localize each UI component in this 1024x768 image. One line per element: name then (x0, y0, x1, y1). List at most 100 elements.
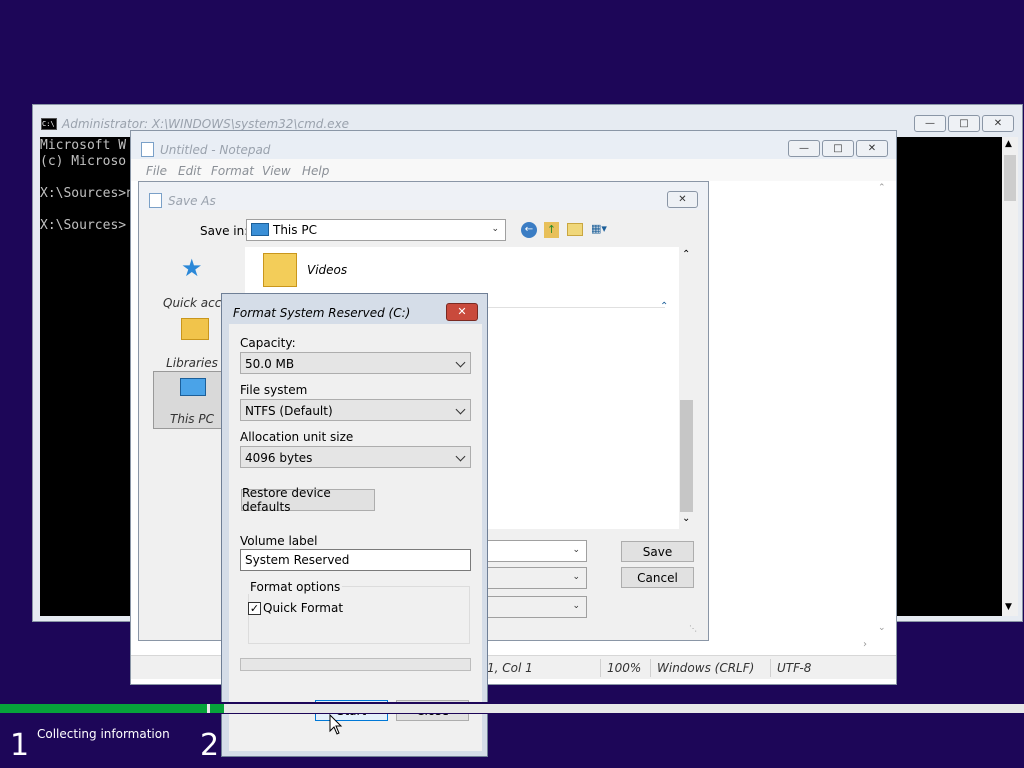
videos-folder-icon (263, 253, 297, 287)
status-divider (770, 659, 771, 677)
notepad-menubar: File Edit Format View Help (131, 159, 896, 181)
status-encoding: UTF-8 (777, 661, 812, 675)
step1-number: 1 (10, 728, 30, 763)
resize-grip-icon[interactable]: ⋱ (689, 624, 697, 633)
mouse-cursor-icon (329, 714, 343, 735)
format-titlebar[interactable]: Format System Reserved (C:) ✕ (222, 294, 487, 324)
scroll-down-icon[interactable]: ⌄ (878, 623, 886, 633)
checkbox-checked-icon[interactable]: ✓ (248, 602, 261, 615)
scroll-thumb[interactable] (1004, 155, 1016, 201)
volume-label-input[interactable]: System Reserved (240, 549, 471, 571)
step1-text: Collecting information (37, 727, 170, 741)
collapse-group-icon[interactable]: ⌃ (660, 301, 668, 312)
save-as-title: Save As (168, 194, 216, 208)
menu-edit[interactable]: Edit (178, 164, 201, 178)
cancel-button[interactable]: Cancel (621, 567, 694, 588)
filesystem-value: NTFS (Default) (245, 404, 333, 418)
place-quick-access[interactable]: ★ Quick access (153, 254, 241, 312)
allocation-combo[interactable]: 4096 bytes (240, 446, 471, 468)
new-folder-icon[interactable] (567, 223, 583, 236)
console-line: X:\Sources> (40, 218, 127, 233)
scroll-up-icon[interactable]: ▲ (1005, 139, 1012, 149)
minimize-button[interactable]: — (788, 140, 820, 157)
view-menu-icon[interactable]: ▦▾ (591, 222, 617, 237)
notepad-vscrollbar[interactable]: ⌃ ⌄ (875, 181, 890, 641)
filesystem-combo[interactable]: NTFS (Default) (240, 399, 471, 421)
close-button[interactable]: ✕ (856, 140, 888, 157)
cmd-title: Administrator: X:\WINDOWS\system32\cmd.e… (62, 117, 350, 131)
notepad-app-icon (141, 142, 154, 157)
close-button[interactable]: ✕ (982, 115, 1014, 132)
maximize-button[interactable]: □ (948, 115, 980, 132)
chevron-down-icon (455, 404, 466, 415)
step2-number: 2 (200, 728, 220, 763)
format-options-label: Format options (248, 580, 343, 594)
console-line: X:\Sources>n (40, 186, 134, 201)
chevron-down-icon: ⌄ (491, 224, 499, 234)
capacity-label: Capacity: (240, 336, 296, 350)
quick-format-label: Quick Format (263, 601, 344, 615)
place-label: Libraries (166, 356, 218, 370)
notepad-titlebar[interactable]: Untitled - Notepad — □ ✕ (131, 131, 896, 159)
computer-icon (180, 378, 206, 396)
save-as-type-combo[interactable]: ⌄ (485, 567, 587, 589)
console-line: Microsoft W (40, 138, 127, 153)
console-line: (c) Microso (40, 154, 127, 169)
scroll-down-icon[interactable]: ▼ (1005, 602, 1012, 612)
format-dialog: Format System Reserved (C:) ✕ Capacity: … (221, 293, 488, 757)
place-this-pc[interactable]: This PC (153, 371, 231, 429)
close-button[interactable]: ✕ (446, 303, 478, 321)
notepad-title: Untitled - Notepad (160, 143, 271, 157)
chevron-down-icon: ⌄ (572, 572, 580, 582)
save-in-value: This PC (273, 223, 317, 237)
menu-help[interactable]: Help (302, 164, 329, 178)
group-divider (485, 307, 665, 308)
save-button[interactable]: Save (621, 541, 694, 562)
format-title: Format System Reserved (C:) (233, 306, 411, 320)
minimize-button[interactable]: — (914, 115, 946, 132)
status-line-ending: Windows (CRLF) (657, 661, 755, 675)
restore-defaults-button[interactable]: Restore device defaults (241, 486, 375, 514)
close-button[interactable]: ✕ (667, 191, 698, 208)
filesystem-label: File system (240, 383, 308, 397)
place-libraries[interactable]: Libraries (153, 314, 231, 372)
file-name-combo[interactable]: ⌄ (485, 540, 587, 562)
allocation-label: Allocation unit size (240, 430, 354, 444)
chevron-down-icon: ⌄ (572, 601, 580, 611)
scroll-right-icon[interactable]: › (863, 639, 867, 650)
menu-view[interactable]: View (262, 164, 291, 178)
setup-progress-step2 (210, 704, 224, 713)
volume-label-label: Volume label (240, 534, 318, 548)
encoding-combo[interactable]: ⌄ (485, 596, 587, 618)
scroll-down-icon[interactable]: ⌄ (682, 513, 690, 524)
maximize-button[interactable]: □ (822, 140, 854, 157)
cmd-app-icon: C:\ (41, 118, 57, 130)
format-progress-bar (240, 658, 471, 671)
status-divider (650, 659, 651, 677)
setup-progress-step1 (0, 704, 207, 713)
menu-file[interactable]: File (146, 164, 167, 178)
chevron-down-icon (455, 451, 466, 462)
save-in-label: Save in: (200, 224, 249, 238)
cmd-scrollbar[interactable]: ▲ ▼ (1002, 137, 1018, 616)
place-label: This PC (170, 412, 214, 426)
status-position: 1, Col 1 (487, 661, 533, 675)
format-body: Capacity: 50.0 MB File system NTFS (Defa… (229, 324, 482, 751)
computer-icon (251, 223, 269, 236)
chevron-down-icon (455, 357, 466, 368)
save-as-titlebar[interactable]: Save As ✕ (139, 182, 708, 210)
save-in-combo[interactable]: This PC ⌄ (246, 219, 506, 241)
menu-format[interactable]: Format (211, 164, 254, 178)
volume-label-value: System Reserved (245, 553, 350, 567)
list-item[interactable]: Videos (259, 251, 399, 291)
setup-progress (0, 702, 1024, 714)
capacity-combo[interactable]: 50.0 MB (240, 352, 471, 374)
back-icon[interactable]: ← (521, 222, 537, 238)
scroll-up-icon[interactable]: ⌃ (878, 183, 886, 193)
scroll-up-icon[interactable]: ⌃ (682, 249, 690, 260)
quick-format-checkbox[interactable]: ✓ Quick Format (248, 601, 368, 617)
file-list-scrollbar[interactable]: ⌃ ⌄ (679, 247, 694, 529)
scroll-thumb[interactable] (680, 400, 693, 512)
up-folder-icon[interactable]: ↑ (544, 222, 559, 238)
item-label: Videos (307, 263, 348, 277)
